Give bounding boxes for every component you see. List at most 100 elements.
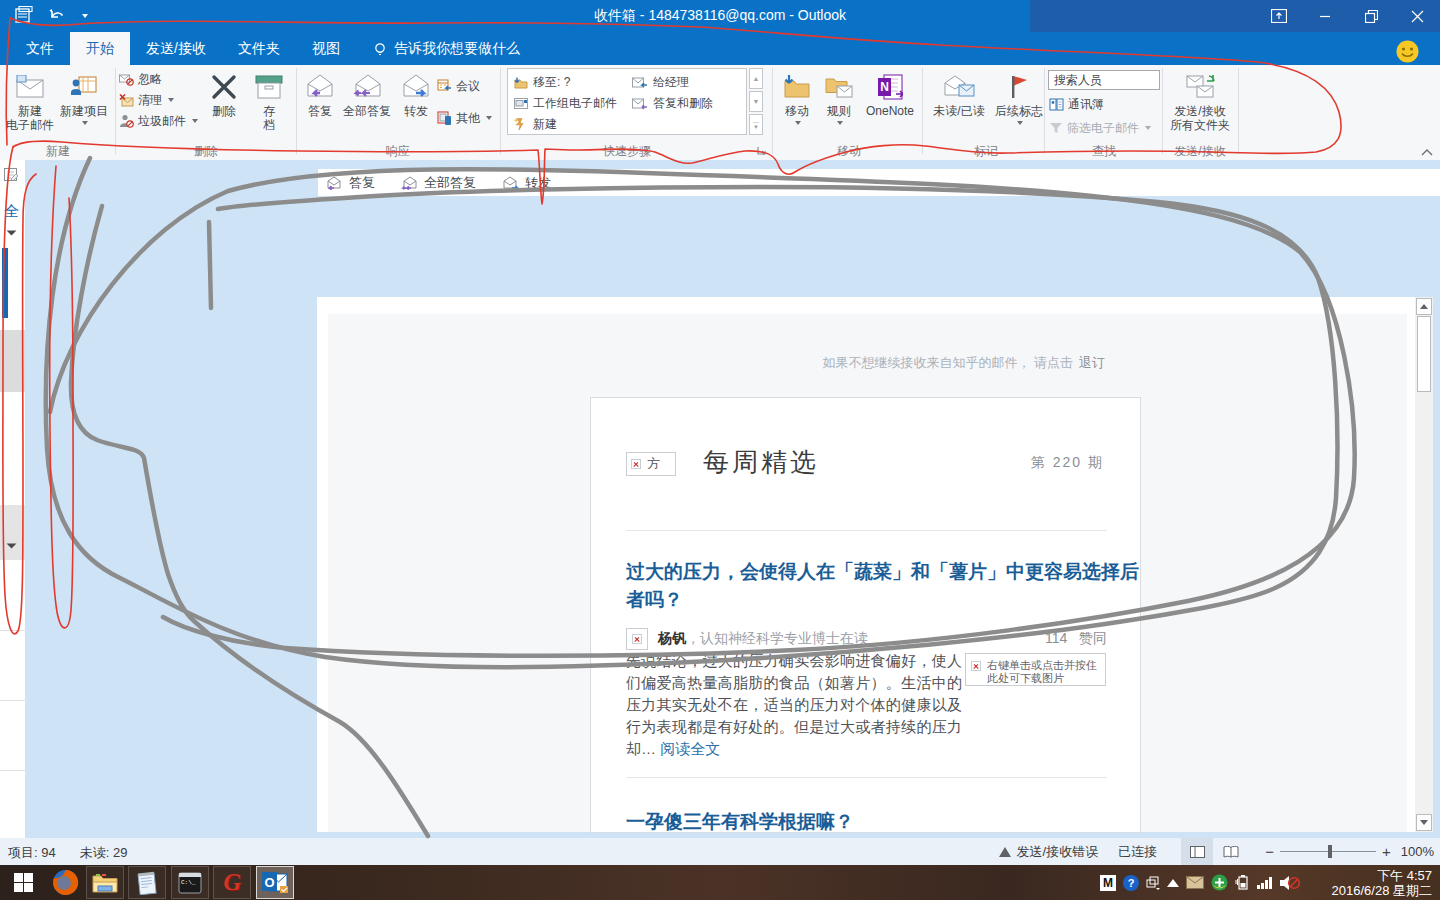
rules-icon	[824, 70, 854, 104]
quick-step-move-to[interactable]: 移至: ?	[514, 74, 570, 91]
quick-step-new[interactable]: 新建	[514, 116, 557, 133]
tray-windows-icon[interactable]	[1146, 876, 1160, 890]
taskbar-g-app[interactable]: G	[213, 866, 251, 899]
scrollbar-up-button[interactable]	[1416, 298, 1432, 315]
more-respond-button[interactable]: 其他	[437, 110, 492, 126]
view-normal-button[interactable]	[1181, 838, 1213, 865]
quick-step-team-email[interactable]: 工作组电子邮件	[514, 95, 617, 112]
tray-green-ball-icon[interactable]	[1211, 874, 1228, 891]
more-respond-icon	[437, 111, 452, 125]
rules-button[interactable]: 规则	[820, 68, 858, 125]
address-book-button[interactable]: 通讯簿	[1049, 96, 1104, 112]
send-receive-icon	[1185, 70, 1215, 104]
meeting-button[interactable]: 会议	[437, 78, 480, 94]
tab-tell-me[interactable]: 告诉我你想要做什么	[356, 32, 536, 65]
scrollbar-thumb[interactable]	[1417, 316, 1431, 392]
group-label-move: 移动	[776, 143, 922, 160]
meeting-icon	[437, 79, 452, 93]
quick-step-to-manager[interactable]: 给经理	[632, 74, 689, 91]
scrollbar-down-button[interactable]	[1416, 814, 1432, 831]
tray-battery-icon[interactable]	[1235, 875, 1250, 890]
taskbar-notepad[interactable]	[128, 866, 166, 899]
tray-help-icon[interactable]: ?	[1123, 875, 1139, 891]
reading-pane-scrollbar[interactable]	[1415, 297, 1433, 832]
folder-pane-thumb[interactable]	[0, 330, 25, 392]
new-items-button[interactable]: 新建项目	[58, 68, 110, 125]
filter-email-button[interactable]: 筛选电子邮件	[1049, 120, 1151, 136]
archive-button[interactable]: 存档	[250, 68, 288, 132]
svg-text:C:\_: C:\_	[181, 879, 196, 886]
tray-network-icon[interactable]	[1257, 877, 1273, 889]
broken-image-icon	[971, 661, 981, 671]
collapse-ribbon-icon[interactable]	[1420, 147, 1434, 157]
folder-pane-all-label[interactable]: 全	[4, 202, 19, 221]
search-people-input[interactable]: 搜索人员	[1048, 70, 1160, 90]
zoom-level[interactable]: 100%	[1401, 844, 1434, 859]
reading-reply-button[interactable]: 答复	[326, 174, 375, 192]
close-button[interactable]	[1394, 0, 1440, 32]
tab-file[interactable]: 文件	[10, 32, 70, 65]
tray-show-hidden-icon[interactable]	[1167, 879, 1179, 887]
taskbar-clock[interactable]: 下午 4:57 2016/6/28 星期二	[1332, 868, 1432, 898]
reply-button[interactable]: 答复	[302, 68, 338, 118]
status-connected[interactable]: 已连接	[1118, 843, 1157, 861]
reply-all-button[interactable]: 全部答复	[340, 68, 394, 118]
reading-reply-all-button[interactable]: 全部答复	[401, 174, 476, 192]
reading-forward-icon	[502, 176, 520, 190]
taskbar-cmd[interactable]: C:\_	[171, 866, 209, 899]
onenote-button[interactable]: N OneNote	[862, 68, 918, 118]
unsubscribe-link[interactable]: 退订	[1079, 355, 1105, 370]
send-receive-all-button[interactable]: 发送/接收所有文件夹	[1166, 68, 1234, 132]
tab-send-receive[interactable]: 发送/接收	[130, 32, 222, 65]
delete-button[interactable]: 删除	[204, 68, 244, 118]
junk-button[interactable]: 垃圾邮件	[119, 113, 198, 129]
email-body-background: 如果不想继续接收来自知乎的邮件， 请点击退订 方 每周精选 第 220 期 过大…	[328, 314, 1407, 832]
read-more-link[interactable]: 阅读全文	[660, 740, 720, 757]
tab-home[interactable]: 开始	[70, 32, 130, 65]
quick-steps-scroll: ▲ ▼ —▼	[749, 68, 763, 135]
collapsed-folder-pane[interactable]: 全	[0, 160, 25, 838]
move-to-folder-icon	[514, 77, 528, 89]
new-email-button[interactable]: 新建电子邮件	[6, 68, 54, 132]
zoom-slider[interactable]	[1280, 851, 1376, 852]
folder-pane-expand-arrow[interactable]	[7, 226, 17, 236]
article1-title[interactable]: 过大的压力，会使得人在「蔬菜」和「薯片」中更容易选择后者吗？	[626, 558, 1139, 614]
unread-read-button[interactable]: 未读/已读	[928, 68, 990, 118]
move-button[interactable]: 移动	[778, 68, 816, 125]
taskbar-outlook[interactable]: O	[256, 866, 294, 899]
notes-icon[interactable]	[4, 168, 19, 183]
quick-steps-more[interactable]: —▼	[749, 114, 763, 135]
reading-forward-button[interactable]: 转发	[502, 174, 551, 192]
start-button[interactable]	[14, 873, 33, 892]
zoom-out-button[interactable]: −	[1265, 843, 1274, 860]
folder-pane-block[interactable]	[0, 505, 25, 560]
status-send-error[interactable]: 发送/接收错误	[1017, 843, 1099, 861]
group-label-delete: 删除	[119, 143, 293, 160]
zoom-in-button[interactable]: +	[1382, 843, 1391, 860]
tab-view[interactable]: 视图	[296, 32, 356, 65]
tray-volume-muted-icon[interactable]	[1280, 875, 1300, 891]
cleanup-button[interactable]: 清理	[119, 92, 174, 108]
follow-up-flag-icon	[1008, 70, 1030, 104]
restore-button[interactable]	[1348, 0, 1394, 32]
ignore-button[interactable]: 忽略	[119, 71, 162, 87]
taskbar-file-explorer[interactable]	[86, 866, 124, 899]
tab-folder[interactable]: 文件夹	[222, 32, 296, 65]
quick-steps-scroll-up[interactable]: ▲	[749, 68, 763, 89]
ribbon-display-options-button[interactable]	[1256, 0, 1302, 32]
quick-steps-scroll-down[interactable]: ▼	[749, 91, 763, 112]
quick-steps-dialog-launcher[interactable]	[757, 146, 767, 156]
firefox-icon[interactable]	[52, 869, 79, 896]
lightbulb-icon	[372, 41, 388, 57]
window-controls	[1256, 0, 1440, 32]
quick-step-reply-delete[interactable]: 答复和删除	[632, 95, 713, 112]
tray-m-icon[interactable]: M	[1100, 875, 1116, 891]
tray-mail-icon[interactable]	[1186, 876, 1204, 889]
article2-title[interactable]: 一孕傻三年有科学根据嘛？	[626, 809, 854, 835]
view-reading-button[interactable]	[1213, 838, 1249, 865]
feedback-smiley-icon[interactable]	[1396, 40, 1419, 63]
article1-image-placeholder: 右键单击或点击并按住此处可下载图片	[965, 653, 1106, 686]
minimize-button[interactable]	[1302, 0, 1348, 32]
forward-button[interactable]: 转发	[398, 68, 434, 118]
follow-up-button[interactable]: 后续标志	[994, 68, 1044, 125]
